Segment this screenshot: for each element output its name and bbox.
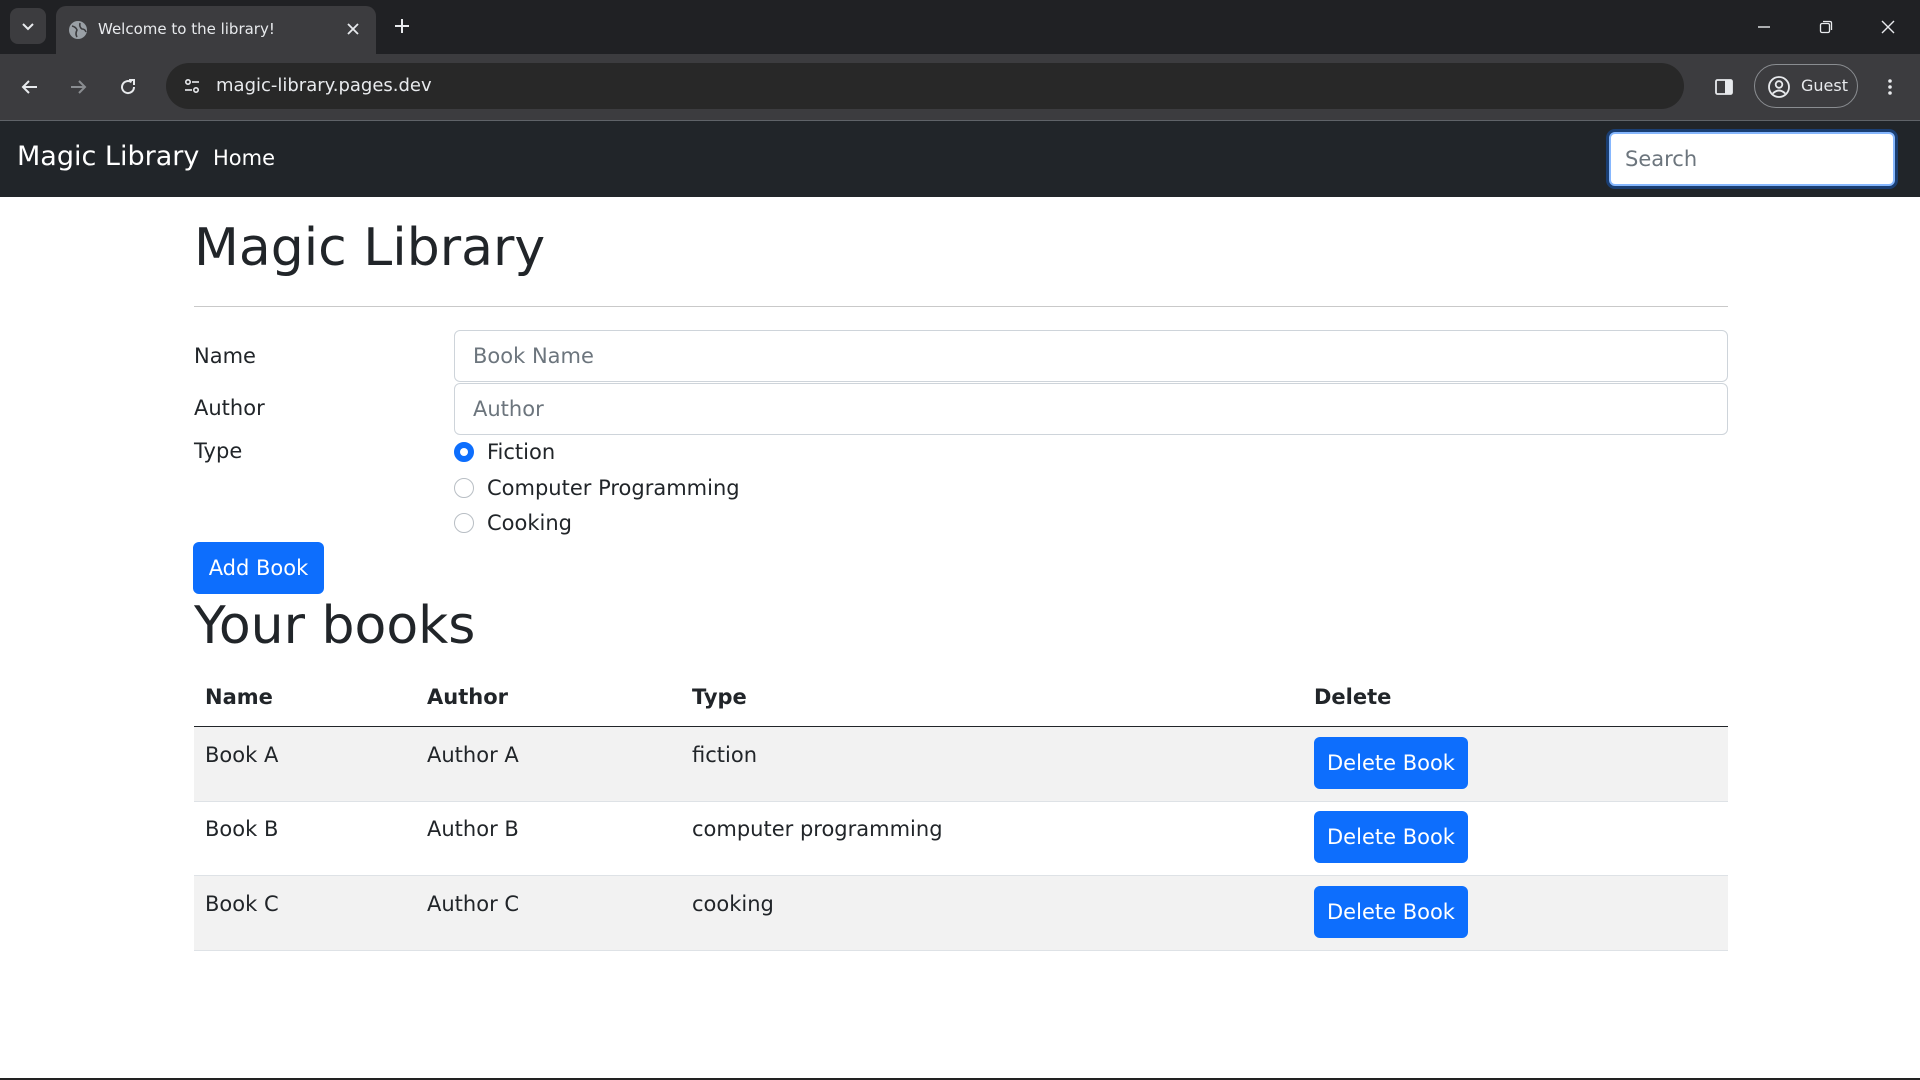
window-close-icon <box>1881 20 1895 34</box>
reload-icon <box>121 79 136 95</box>
radio-label-fiction: Fiction <box>487 440 556 464</box>
search-input[interactable] <box>1609 132 1895 186</box>
cell-book-author: Author A <box>427 743 519 767</box>
radio-fiction[interactable] <box>454 442 474 462</box>
plus-icon <box>395 19 409 33</box>
restore-button[interactable] <box>1806 10 1846 44</box>
author-input[interactable] <box>454 383 1728 435</box>
site-info-icon <box>184 78 200 94</box>
kebab-menu-icon <box>1888 79 1892 95</box>
restore-icon <box>1819 20 1833 34</box>
cell-book-name: Book C <box>205 892 279 916</box>
author-label: Author <box>194 396 265 420</box>
radio-label-cooking: Cooking <box>487 511 572 535</box>
back-button[interactable] <box>12 69 48 105</box>
site-info-button[interactable] <box>178 72 206 100</box>
your-books-heading: Your books <box>194 596 476 656</box>
forward-button[interactable] <box>60 69 96 105</box>
profile-button[interactable]: Guest <box>1754 64 1858 108</box>
radio-label-computer-programming: Computer Programming <box>487 476 740 500</box>
back-arrow-icon <box>21 80 37 94</box>
radio-option-cooking[interactable]: Cooking <box>454 508 572 538</box>
navbar-brand[interactable]: Magic Library <box>17 141 199 172</box>
tab-search-button[interactable] <box>10 8 46 44</box>
reload-button[interactable] <box>110 69 146 105</box>
side-panel-button[interactable] <box>1706 69 1742 105</box>
table-row: Book A Author A fiction Delete Book <box>194 727 1728 802</box>
radio-option-computer-programming[interactable]: Computer Programming <box>454 473 740 503</box>
tab-search-icon <box>22 23 34 31</box>
column-header-author: Author <box>427 685 508 709</box>
cell-book-author: Author C <box>427 892 520 916</box>
site-navbar: Magic Library Home <box>0 121 1920 197</box>
address-bar[interactable]: magic-library.pages.dev <box>166 63 1684 109</box>
cell-book-type: fiction <box>692 743 757 767</box>
type-label: Type <box>194 439 243 463</box>
profile-icon <box>1768 76 1790 98</box>
column-header-name: Name <box>205 685 273 709</box>
book-name-input[interactable] <box>454 330 1728 382</box>
nav-link-home[interactable]: Home <box>213 146 275 170</box>
name-label: Name <box>194 344 256 368</box>
new-tab-button[interactable] <box>388 12 416 40</box>
delete-book-button[interactable]: Delete Book <box>1314 811 1468 863</box>
cell-book-type: cooking <box>692 892 774 916</box>
cell-book-author: Author B <box>427 817 519 841</box>
tab-title: Welcome to the library! <box>98 20 275 38</box>
delete-book-button[interactable]: Delete Book <box>1314 886 1468 938</box>
forward-arrow-icon <box>71 80 87 94</box>
tab-close-button[interactable] <box>342 18 364 40</box>
column-header-delete: Delete <box>1314 685 1392 709</box>
radio-computer-programming[interactable] <box>454 478 474 498</box>
browser-toolbar: magic-library.pages.dev Guest <box>0 54 1920 121</box>
minimize-icon <box>1758 26 1770 28</box>
page-title: Magic Library <box>194 218 546 278</box>
cell-book-name: Book A <box>205 743 279 767</box>
url-text[interactable]: magic-library.pages.dev <box>216 75 432 96</box>
cell-book-name: Book B <box>205 817 279 841</box>
profile-label: Guest <box>1801 76 1848 95</box>
table-row: Book C Author C cooking Delete Book <box>194 876 1728 951</box>
radio-cooking[interactable] <box>454 513 474 533</box>
title-divider <box>194 306 1728 307</box>
globe-icon <box>69 21 87 39</box>
column-header-type: Type <box>692 685 747 709</box>
close-icon <box>347 23 359 35</box>
window-close-button[interactable] <box>1868 10 1908 44</box>
delete-book-button[interactable]: Delete Book <box>1314 737 1468 789</box>
browser-tab-strip: Welcome to the library! <box>0 0 1920 54</box>
radio-option-fiction[interactable]: Fiction <box>454 437 555 467</box>
minimize-button[interactable] <box>1744 10 1784 44</box>
table-row: Book B Author B computer programming Del… <box>194 801 1728 876</box>
add-book-button[interactable]: Add Book <box>193 542 324 594</box>
browser-tab[interactable]: Welcome to the library! <box>56 6 376 54</box>
browser-menu-button[interactable] <box>1872 69 1908 105</box>
side-panel-icon <box>1715 79 1733 95</box>
cell-book-type: computer programming <box>692 817 943 841</box>
